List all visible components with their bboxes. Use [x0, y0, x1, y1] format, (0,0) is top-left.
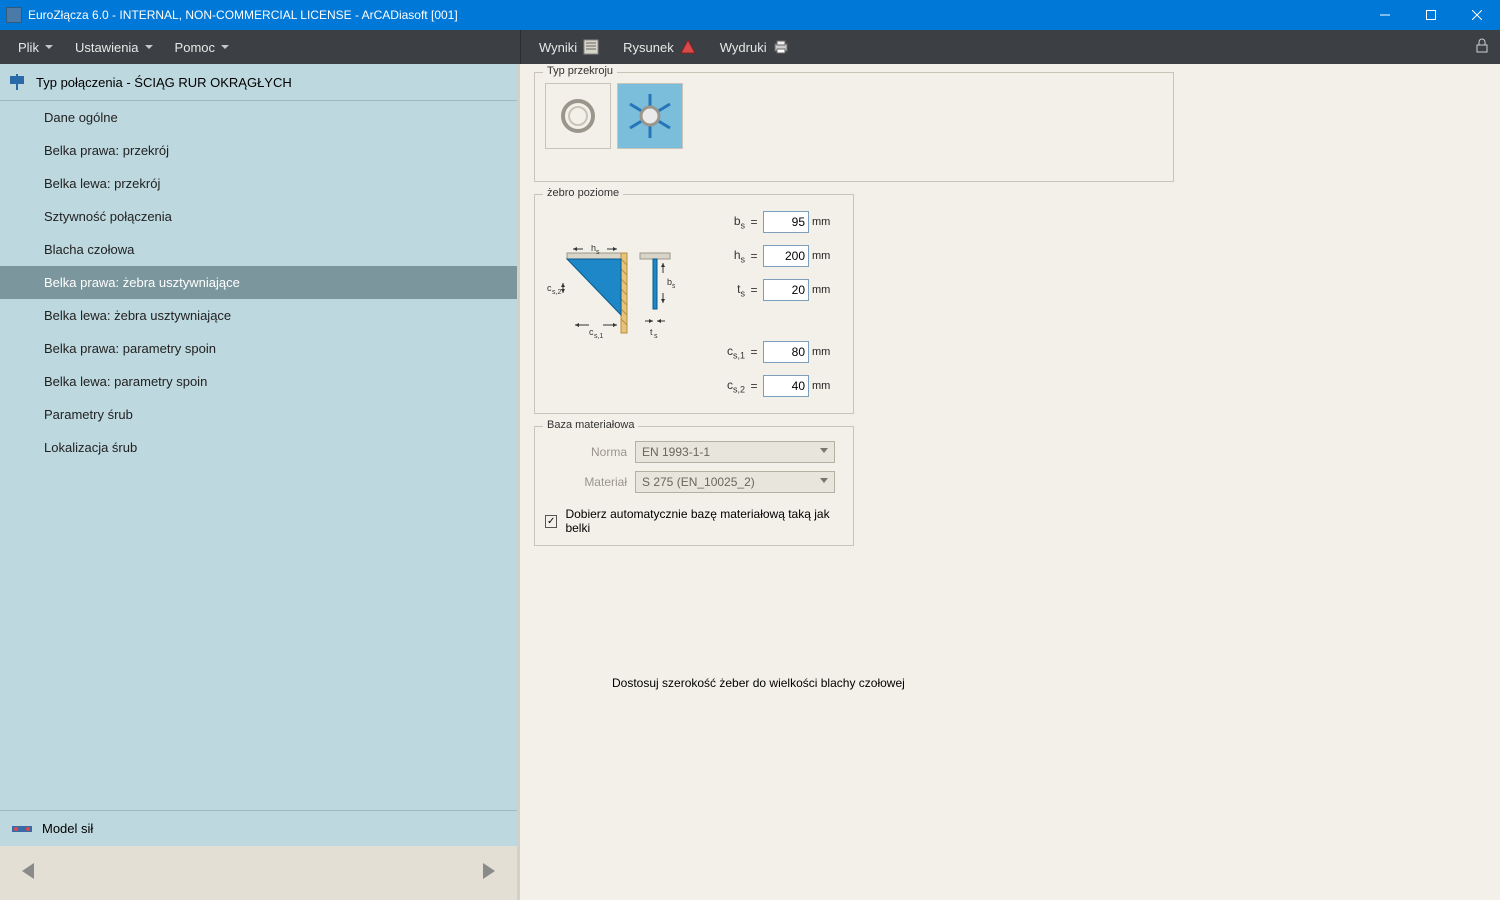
sidebar-header[interactable]: Typ połączenia - ŚCIĄG RUR OKRĄGŁYCH — [0, 64, 517, 101]
sidebar-group-model-sil[interactable]: Model sił — [0, 810, 517, 846]
sidebar-item[interactable]: Belka prawa: parametry spoin — [0, 332, 517, 365]
menu-pomoc[interactable]: Pomoc — [165, 30, 239, 64]
input-bs[interactable] — [763, 211, 809, 233]
cross-section-type-plain[interactable] — [545, 83, 611, 149]
sidebar-item[interactable]: Blacha czołowa — [0, 233, 517, 266]
sidebar-item[interactable]: Belka lewa: przekrój — [0, 167, 517, 200]
checkbox-label: Dobierz automatycznie bazę materiałową t… — [565, 507, 843, 535]
label-cs1: cs,1 — [705, 344, 745, 360]
chevron-down-icon — [221, 45, 229, 49]
window-title: EuroZłącza 6.0 - INTERNAL, NON-COMMERCIA… — [28, 8, 458, 22]
force-model-icon — [12, 822, 32, 836]
next-arrow-icon[interactable] — [477, 858, 499, 889]
sidebar-item[interactable]: Dane ogólne — [0, 101, 517, 134]
prev-arrow-icon[interactable] — [18, 858, 40, 889]
drawing-icon — [680, 39, 696, 55]
checkbox-label: Dostosuj szerokość żeber do wielkości bl… — [612, 676, 905, 690]
label-ts: ts — [705, 282, 745, 298]
svg-text:s,1: s,1 — [594, 333, 603, 340]
menu-plik[interactable]: Plik — [8, 30, 63, 64]
chevron-down-icon — [145, 45, 153, 49]
menu-label: Wydruki — [720, 40, 767, 55]
label-hs: hs — [705, 248, 745, 264]
unit-label: mm — [812, 284, 830, 296]
svg-text:s: s — [672, 283, 675, 290]
combo-norma[interactable]: EN 1993-1-1 — [635, 441, 835, 463]
close-button[interactable] — [1454, 0, 1500, 30]
chevron-down-icon — [820, 478, 828, 483]
menu-rysunek[interactable]: Rysunek — [613, 30, 706, 64]
menu-ustawienia[interactable]: Ustawienia — [65, 30, 163, 64]
sidebar-item[interactable]: Belka prawa: przekrój — [0, 134, 517, 167]
cross-section-type-ribbed[interactable] — [617, 83, 683, 149]
sidebar-item[interactable]: Sztywność połączenia — [0, 200, 517, 233]
unit-label: mm — [812, 380, 830, 392]
sidebar-group-label: Model sił — [42, 821, 93, 836]
svg-text:s: s — [654, 333, 658, 340]
sidebar-item[interactable]: Belka lewa: parametry spoin — [0, 365, 517, 398]
sidebar-item[interactable]: Belka lewa: żebra usztywniające — [0, 299, 517, 332]
sidebar: Typ połączenia - ŚCIĄG RUR OKRĄGŁYCH Dan… — [0, 64, 520, 900]
svg-text:t: t — [650, 327, 653, 337]
input-cs2[interactable] — [763, 375, 809, 397]
chevron-down-icon — [45, 45, 53, 49]
combo-material[interactable]: S 275 (EN_10025_2) — [635, 471, 835, 493]
unit-label: mm — [812, 216, 830, 228]
menu-label: Ustawienia — [75, 40, 139, 55]
menu-label: Plik — [18, 40, 39, 55]
sidebar-item[interactable]: Parametry śrub — [0, 398, 517, 431]
fieldset-baza-materialowa: Baza materiałowa Norma EN 1993-1-1 Mater… — [534, 426, 854, 546]
fieldset-typ-przekroju: Typ przekroju — [534, 72, 1174, 182]
unit-label: mm — [812, 346, 830, 358]
sidebar-nav — [0, 846, 517, 900]
maximize-button[interactable] — [1408, 0, 1454, 30]
label-norma: Norma — [545, 445, 627, 459]
menu-label: Rysunek — [623, 40, 674, 55]
minimize-button[interactable] — [1362, 0, 1408, 30]
app-icon — [6, 7, 22, 23]
menu-wydruki[interactable]: Wydruki — [710, 30, 799, 64]
unit-label: mm — [812, 250, 830, 262]
fieldset-legend: Baza materiałowa — [543, 419, 638, 431]
combo-value: EN 1993-1-1 — [642, 445, 710, 459]
input-cs1[interactable] — [763, 341, 809, 363]
label-cs2: cs,2 — [705, 378, 745, 394]
menu-wyniki[interactable]: Wyniki — [529, 30, 609, 64]
fieldset-legend: żebro poziome — [543, 187, 623, 199]
svg-text:s,2: s,2 — [552, 289, 561, 296]
rib-diagram: hs cs,2 — [545, 205, 675, 403]
print-icon — [773, 39, 789, 55]
connection-type-icon — [10, 74, 26, 90]
sidebar-item[interactable]: Belka prawa: żebra usztywniające — [0, 266, 517, 299]
combo-value: S 275 (EN_10025_2) — [642, 475, 755, 489]
checkbox-auto-material[interactable]: ✓ — [545, 515, 557, 528]
content-panel: Typ przekroju — [520, 64, 1500, 900]
sidebar-item[interactable]: Lokalizacja śrub — [0, 431, 517, 464]
chevron-down-icon — [820, 448, 828, 453]
sidebar-item-list: Dane ogólneBelka prawa: przekrójBelka le… — [0, 101, 517, 810]
sidebar-header-label: Typ połączenia - ŚCIĄG RUR OKRĄGŁYCH — [36, 75, 292, 90]
fieldset-zebro-poziome: żebro poziome hs — [534, 194, 854, 414]
menu-label: Pomoc — [175, 40, 215, 55]
label-material: Materiał — [545, 475, 627, 489]
lock-icon[interactable] — [1474, 38, 1490, 57]
input-ts[interactable] — [763, 279, 809, 301]
window-titlebar: EuroZłącza 6.0 - INTERNAL, NON-COMMERCIA… — [0, 0, 1500, 30]
menu-label: Wyniki — [539, 40, 577, 55]
fieldset-legend: Typ przekroju — [543, 65, 617, 77]
label-bs: bs — [705, 214, 745, 230]
results-icon — [583, 39, 599, 55]
menu-bar: Plik Ustawienia Pomoc Wyniki Rysunek Wyd… — [0, 30, 1500, 64]
input-hs[interactable] — [763, 245, 809, 267]
svg-text:s: s — [596, 249, 600, 256]
